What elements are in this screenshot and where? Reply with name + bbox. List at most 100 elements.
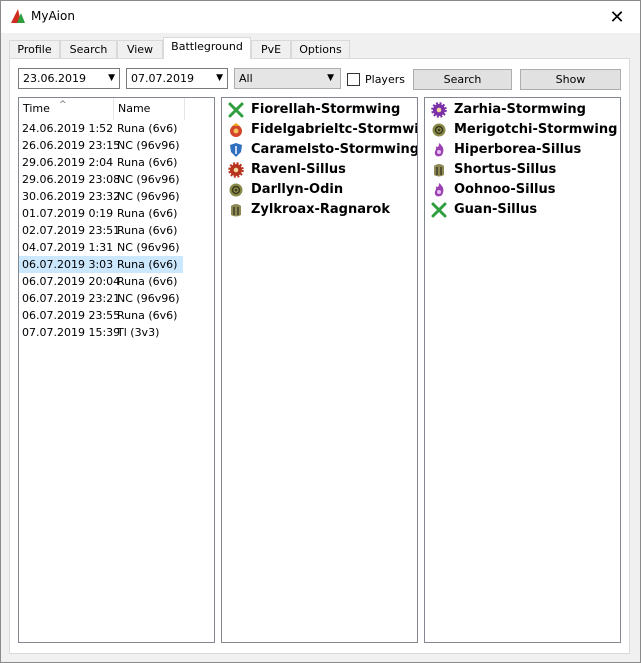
battle-time: 24.06.2019 1:52: [22, 122, 114, 135]
player-entry[interactable]: Oohnoo-Sillus: [431, 180, 616, 200]
player-name: Zylkroax-Ragnarok: [251, 202, 391, 217]
player-entry[interactable]: Fiorellah-Stormwing: [228, 100, 413, 120]
column-header-time[interactable]: Time ^: [19, 98, 114, 120]
tab-search[interactable]: Search: [60, 40, 117, 58]
battle-list[interactable]: Time ^ Name 24.06.2019 1:52 Runa (6v6) 26.…: [18, 97, 215, 643]
battle-time: 02.07.2019 23:51: [22, 224, 121, 237]
battle-row[interactable]: 06.07.2019 23:21 NC (96v96): [19, 290, 214, 307]
player-entry[interactable]: Shortus-Sillus: [431, 160, 616, 180]
date-to-value: 07.07.2019: [131, 72, 194, 85]
player-name: Ravenl-Sillus: [251, 162, 346, 177]
battle-time: 29.06.2019 2:04: [22, 156, 114, 169]
window-title: MyAion: [31, 9, 75, 23]
purple-flame-icon: [434, 183, 444, 197]
battle-row[interactable]: 26.06.2019 23:15 NC (96v96): [19, 137, 214, 154]
purple-flame-icon: [434, 143, 444, 157]
battle-row[interactable]: 04.07.2019 1:31 NC (96v96): [19, 239, 214, 256]
green-crossed-swords-icon: [431, 202, 447, 218]
battle-name: NC (96v96): [117, 173, 180, 186]
player-name: Darllyn-Odin: [251, 182, 344, 197]
title-bar[interactable]: MyAion ✕: [1, 1, 640, 33]
chevron-down-icon: ▼: [108, 73, 115, 83]
battle-name: NC (96v96): [117, 292, 180, 305]
player-entry[interactable]: Darllyn-Odin: [228, 180, 413, 200]
tab-battleground[interactable]: Battleground: [163, 37, 251, 59]
dropdown-arrow-icon: ▼: [327, 73, 334, 83]
players-checkbox[interactable]: [347, 73, 360, 86]
player-entry[interactable]: Hiperborea-Sillus: [431, 140, 616, 160]
green-crossed-swords-icon: [228, 102, 244, 118]
battle-type-select[interactable]: All ▼: [234, 68, 341, 89]
battle-name: Runa (6v6): [117, 258, 178, 271]
battle-row[interactable]: 06.07.2019 3:03 Runa (6v6): [19, 256, 183, 273]
player-name: Fidelgabrieltc-Stormwing: [251, 122, 417, 137]
battle-name: Runa (6v6): [117, 224, 178, 237]
show-button[interactable]: Show: [520, 69, 621, 90]
battle-name: NC (96v96): [117, 241, 180, 254]
sort-ascending-icon: ^: [59, 100, 67, 110]
column-header-name[interactable]: Name: [114, 98, 184, 120]
battle-name: Runa (6v6): [117, 207, 178, 220]
battle-time: 30.06.2019 23:32: [22, 190, 121, 203]
battle-time: 06.07.2019 23:55: [22, 309, 121, 322]
red-gear-icon: [228, 162, 244, 178]
tab-options[interactable]: Options: [291, 40, 350, 58]
battle-time: 29.06.2019 23:08: [22, 173, 121, 186]
player-entry[interactable]: Zarhia-Stormwing: [431, 100, 616, 120]
battle-row[interactable]: 24.06.2019 1:52 Runa (6v6): [19, 120, 214, 137]
olive-helm-icon: [231, 204, 241, 217]
battle-row[interactable]: 29.06.2019 23:08 NC (96v96): [19, 171, 214, 188]
player-entry[interactable]: Ravenl-Sillus: [228, 160, 413, 180]
search-button[interactable]: Search: [413, 69, 512, 90]
date-from-value: 23.06.2019: [23, 72, 86, 85]
player-name: Hiperborea-Sillus: [454, 142, 582, 157]
tab-view[interactable]: View: [117, 40, 163, 58]
olive-circle-icon: [229, 183, 243, 197]
close-button[interactable]: ✕: [594, 1, 640, 33]
battle-name: Runa (6v6): [117, 156, 178, 169]
date-to-picker[interactable]: 07.07.2019 ▼: [126, 68, 228, 89]
player-entry[interactable]: Zylkroax-Ragnarok: [228, 200, 413, 220]
player-name: Caramelsto-Stormwing: [251, 142, 418, 157]
battle-row[interactable]: 30.06.2019 23:32 NC (96v96): [19, 188, 214, 205]
battle-row[interactable]: 01.07.2019 0:19 Runa (6v6): [19, 205, 214, 222]
player-name: Guan-Sillus: [454, 202, 538, 217]
blue-shield-icon: [230, 143, 242, 157]
tab-pve[interactable]: PvE: [251, 40, 291, 58]
battle-name: Runa (6v6): [117, 275, 178, 288]
battle-time: 04.07.2019 1:31: [22, 241, 114, 254]
battle-row[interactable]: 06.07.2019 23:55 Runa (6v6): [19, 307, 214, 324]
battle-time: 26.06.2019 23:15: [22, 139, 121, 152]
battle-time: 01.07.2019 0:19: [22, 207, 114, 220]
battle-row[interactable]: 06.07.2019 20:04 Runa (6v6): [19, 273, 214, 290]
battle-name: NC (96v96): [117, 139, 180, 152]
column-separator[interactable]: [184, 98, 185, 120]
battle-time: 06.07.2019 3:03: [22, 258, 114, 271]
player-name: Oohnoo-Sillus: [454, 182, 556, 197]
tab-profile[interactable]: Profile: [9, 40, 60, 58]
battle-time: 06.07.2019 23:21: [22, 292, 121, 305]
battle-row[interactable]: 29.06.2019 2:04 Runa (6v6): [19, 154, 214, 171]
player-name: Fiorellah-Stormwing: [251, 102, 401, 117]
olive-helm-icon: [434, 164, 444, 177]
player-entry[interactable]: Merigotchi-Stormwing: [431, 120, 618, 140]
chevron-down-icon: ▼: [216, 73, 223, 83]
close-icon: ✕: [609, 6, 625, 28]
battle-row[interactable]: 07.07.2019 15:39 Tl (3v3): [19, 324, 214, 341]
player-entry[interactable]: Caramelsto-Stormwing: [228, 140, 417, 160]
date-from-picker[interactable]: 23.06.2019 ▼: [18, 68, 120, 89]
players-checkbox-label[interactable]: Players: [365, 73, 405, 86]
battle-row[interactable]: 02.07.2019 23:51 Runa (6v6): [19, 222, 214, 239]
player-name: Merigotchi-Stormwing: [454, 122, 618, 137]
player-name: Shortus-Sillus: [454, 162, 557, 177]
player-entry[interactable]: Fidelgabrieltc-Stormwing: [228, 120, 417, 140]
red-orange-emblem-icon: [230, 123, 242, 137]
purple-gear-icon: [431, 102, 447, 118]
team2-list[interactable]: Zarhia-Stormwing Merigotchi-Stormwing Hipe…: [424, 97, 621, 643]
app-logo-icon: [11, 9, 25, 23]
player-entry[interactable]: Guan-Sillus: [431, 200, 616, 220]
battle-name: NC (96v96): [117, 190, 180, 203]
battle-name: Runa (6v6): [117, 122, 178, 135]
olive-circle-icon: [432, 123, 446, 137]
team1-list[interactable]: Fiorellah-Stormwing Fidelgabrieltc-Stormw…: [221, 97, 418, 643]
